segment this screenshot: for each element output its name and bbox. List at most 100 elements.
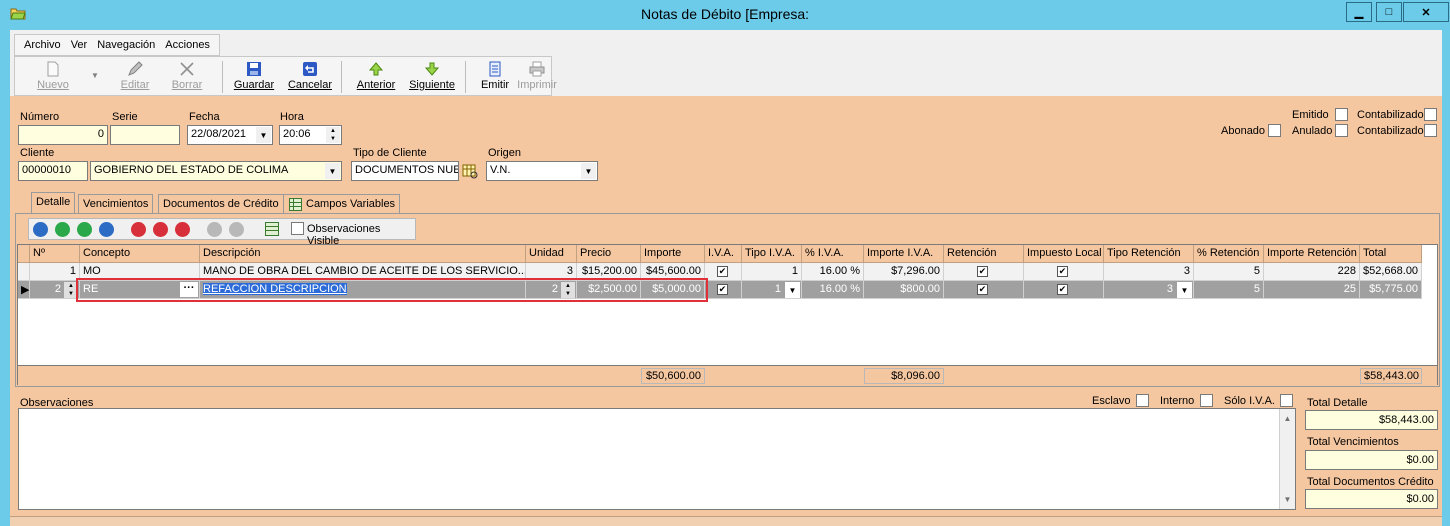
impuesto-local-checkbox[interactable]: ✔ [1057, 284, 1068, 295]
fecha-picker[interactable]: 22/08/2021 ▼ [187, 125, 273, 145]
iva-checkbox[interactable]: ✔ [717, 284, 728, 295]
cell-iva[interactable]: ✔ [705, 281, 742, 299]
cell-tipo-retencion[interactable]: 3 [1104, 263, 1194, 281]
cell-impuesto-local[interactable]: ✔ [1024, 263, 1104, 281]
cell-pct-iva[interactable]: 16.00 % [802, 281, 864, 299]
col-header-total[interactable]: Total [1360, 245, 1422, 263]
col-header-pct-retencion[interactable]: % Retención [1194, 245, 1264, 263]
col-header-importe-retencion[interactable]: Importe Retención [1264, 245, 1360, 263]
serie-field[interactable] [110, 125, 180, 145]
observaciones-visible-checkbox[interactable] [291, 222, 304, 235]
tab-detalle[interactable]: Detalle [31, 192, 76, 214]
borrar-button[interactable]: Borrar [167, 59, 207, 95]
retencion-checkbox[interactable]: ✔ [977, 284, 988, 295]
cell-impuesto-local[interactable]: ✔ [1024, 281, 1104, 299]
col-header-no[interactable]: Nº [30, 245, 80, 263]
menu-ver[interactable]: Ver [71, 39, 88, 51]
cell-tipo-iva[interactable]: 1 [742, 263, 802, 281]
siguiente-button[interactable]: Siguiente [407, 59, 457, 95]
cell-pct-retencion[interactable]: 5 [1194, 281, 1264, 299]
cell-tipo-retencion[interactable]: 3 ▼ [1104, 281, 1194, 299]
cancel-edit-icon[interactable] [229, 222, 244, 237]
solo-iva-checkbox[interactable] [1280, 394, 1293, 407]
next-record-icon[interactable] [77, 222, 92, 237]
cliente-codigo-field[interactable]: 00000010 [18, 161, 88, 181]
cell-pct-iva[interactable]: 16.00 % [802, 263, 864, 281]
confirm-icon[interactable] [207, 222, 222, 237]
col-header-precio[interactable]: Precio [577, 245, 641, 263]
last-record-icon[interactable] [99, 222, 114, 237]
cell-no[interactable]: 1 [30, 263, 80, 281]
impuesto-local-checkbox[interactable]: ✔ [1057, 266, 1068, 277]
chevron-down-icon[interactable]: ▼ [1177, 282, 1192, 298]
scroll-down-icon[interactable]: ▼ [1280, 492, 1295, 507]
maximize-button[interactable]: □ [1376, 2, 1402, 22]
chevron-down-icon[interactable]: ▼ [256, 127, 271, 143]
cell-importe-iva[interactable]: $7,296.00 [864, 263, 944, 281]
cancelar-button[interactable]: Cancelar [285, 59, 335, 95]
menu-navegacion[interactable]: Navegación [97, 39, 155, 51]
cliente-nombre-select[interactable]: GOBIERNO DEL ESTADO DE COLIMA ▼ [90, 161, 342, 181]
cell-importe-iva[interactable]: $800.00 [864, 281, 944, 299]
col-header-retencion[interactable]: Retención [944, 245, 1024, 263]
cell-tipo-iva[interactable]: 1 ▼ [742, 281, 802, 299]
nuevo-dropdown-icon[interactable]: ▼ [91, 71, 99, 80]
cell-retencion[interactable]: ✔ [944, 281, 1024, 299]
contabilizado-checkbox-2[interactable] [1424, 124, 1437, 137]
col-header-unidad[interactable]: Unidad [526, 245, 577, 263]
cell-retencion[interactable]: ✔ [944, 263, 1024, 281]
chevron-down-icon[interactable]: ▼ [581, 163, 596, 179]
interno-checkbox[interactable] [1200, 394, 1213, 407]
first-record-icon[interactable] [33, 222, 48, 237]
cell-importe-retencion[interactable]: 25 [1264, 281, 1360, 299]
emitir-button[interactable]: Emitir [475, 59, 515, 95]
col-header-impuesto-local[interactable]: Impuesto Local [1024, 245, 1104, 263]
row-indicator[interactable] [18, 263, 30, 281]
close-button[interactable]: ✕ [1403, 2, 1449, 22]
minimize-button[interactable]: ▁ [1346, 2, 1372, 22]
tab-vencimientos[interactable]: Vencimientos [78, 194, 154, 213]
hora-spinner[interactable]: 20:06 ▲ ▼ [279, 125, 342, 145]
cell-pct-retencion[interactable]: 5 [1194, 263, 1264, 281]
chevron-down-icon[interactable]: ▼ [325, 163, 340, 179]
scroll-up-icon[interactable]: ▲ [1280, 411, 1295, 426]
cell-total[interactable]: $5,775.00 [1360, 281, 1422, 299]
spin-arrows-icon[interactable]: ▲ ▼ [326, 127, 340, 143]
abonado-checkbox[interactable] [1268, 124, 1281, 137]
iva-checkbox[interactable]: ✔ [717, 266, 728, 277]
move-up-icon[interactable] [175, 222, 190, 237]
col-header-iva[interactable]: I.V.A. [705, 245, 742, 263]
imprimir-button[interactable]: Imprimir [517, 59, 557, 95]
retencion-checkbox[interactable]: ✔ [977, 266, 988, 277]
numero-field[interactable]: 0 [18, 125, 108, 145]
col-header-importe-iva[interactable]: Importe I.V.A. [864, 245, 944, 263]
col-header-concepto[interactable]: Concepto [80, 245, 200, 263]
col-header-tipo-iva[interactable]: Tipo I.V.A. [742, 245, 802, 263]
origen-select[interactable]: V.N. ▼ [486, 161, 598, 181]
anulado-checkbox[interactable] [1335, 124, 1348, 137]
col-header-tipo-retencion[interactable]: Tipo Retención [1104, 245, 1194, 263]
nuevo-button[interactable]: Nuevo [33, 59, 73, 95]
delete-row-icon[interactable] [153, 222, 168, 237]
observaciones-scrollbar[interactable]: ▲ ▼ [1279, 409, 1295, 509]
previous-record-icon[interactable] [55, 222, 70, 237]
chevron-down-icon[interactable]: ▼ [785, 282, 800, 298]
tab-documentos-credito[interactable]: Documentos de Crédito [158, 194, 284, 213]
contabilizado-checkbox[interactable] [1424, 108, 1437, 121]
observaciones-textarea[interactable]: ▲ ▼ [18, 408, 1296, 510]
columns-icon[interactable] [265, 222, 279, 236]
cell-iva[interactable]: ✔ [705, 263, 742, 281]
row-indicator-current[interactable]: ▶ [18, 281, 30, 299]
cell-no[interactable]: 2 ▲ ▼ [30, 281, 80, 299]
cell-total[interactable]: $52,668.00 [1360, 263, 1422, 281]
cell-importe-retencion[interactable]: 228 [1264, 263, 1360, 281]
esclavo-checkbox[interactable] [1136, 394, 1149, 407]
col-header-descripcion[interactable]: Descripción [200, 245, 526, 263]
menu-archivo[interactable]: Archivo [24, 39, 61, 51]
tab-campos-variables[interactable]: Campos Variables [283, 194, 401, 213]
col-header-importe[interactable]: Importe [641, 245, 705, 263]
col-header-pct-iva[interactable]: % I.V.A. [802, 245, 864, 263]
anterior-button[interactable]: Anterior [351, 59, 401, 95]
tipo-cliente-field[interactable]: DOCUMENTOS NUEVO [351, 161, 459, 181]
editar-button[interactable]: Editar [115, 59, 155, 95]
